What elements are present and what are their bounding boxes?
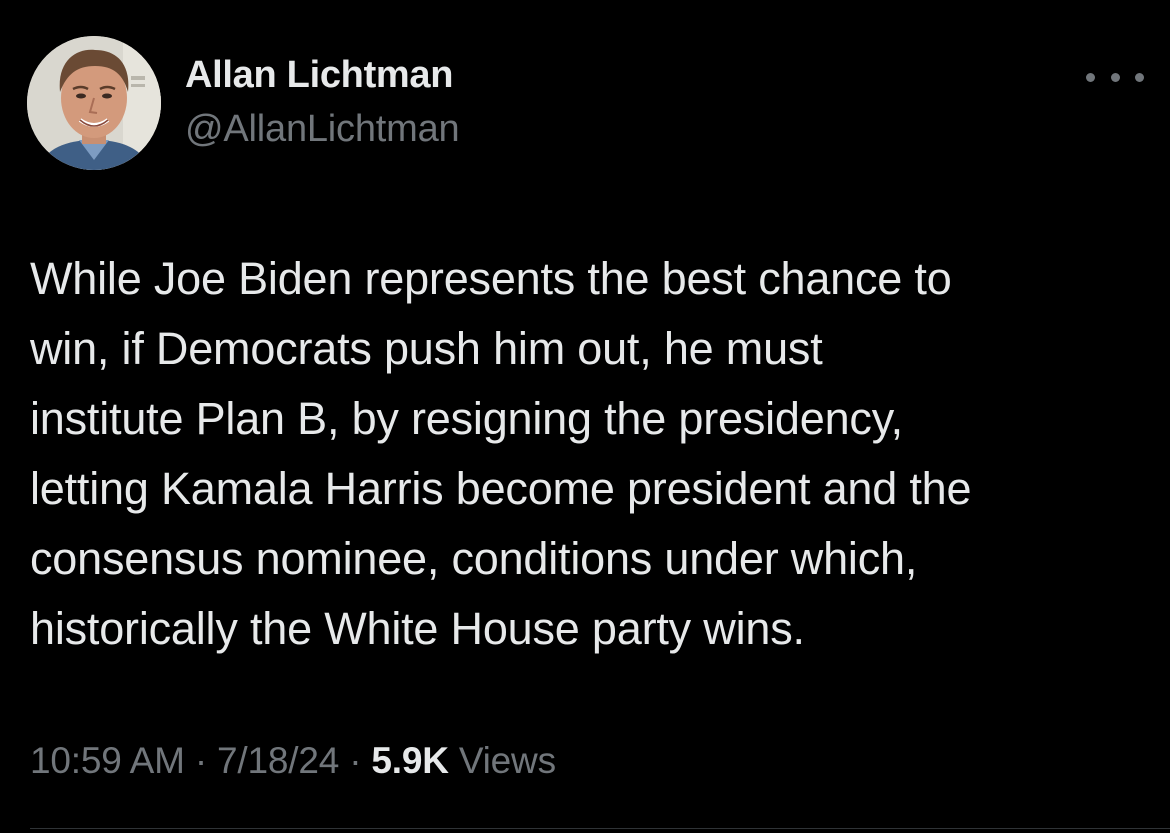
- more-options-button[interactable]: [1086, 60, 1144, 94]
- tweet-text: While Joe Biden represents the best chan…: [30, 244, 1140, 664]
- divider: [30, 828, 1170, 829]
- author-display-name[interactable]: Allan Lichtman: [185, 54, 453, 97]
- tweet-text-line: institute Plan B, by resigning the presi…: [30, 393, 903, 444]
- tweet: Allan Lichtman @AllanLichtman While Joe …: [0, 0, 1170, 833]
- more-horizontal-icon: [1110, 72, 1120, 82]
- more-horizontal-icon: [1135, 72, 1144, 82]
- tweet-date[interactable]: 7/18/24: [217, 740, 339, 781]
- more-horizontal-icon: [1086, 72, 1095, 82]
- tweet-time[interactable]: 10:59 AM: [30, 740, 185, 781]
- tweet-text-line: letting Kamala Harris become president a…: [30, 463, 972, 514]
- author-handle[interactable]: @AllanLichtman: [185, 108, 460, 151]
- tweet-meta: 10:59 AM · 7/18/24 · 5.9K Views: [30, 740, 556, 782]
- views-label[interactable]: Views: [459, 740, 556, 781]
- meta-separator: ·: [194, 740, 218, 781]
- avatar[interactable]: [27, 36, 161, 170]
- tweet-text-line: historically the White House party wins.: [30, 603, 805, 654]
- views-count[interactable]: 5.9K: [371, 740, 449, 781]
- tweet-text-line: win, if Democrats push him out, he must: [30, 323, 823, 374]
- tweet-text-line: While Joe Biden represents the best chan…: [30, 253, 952, 304]
- meta-separator: ·: [349, 740, 372, 781]
- tweet-text-line: consensus nominee, conditions under whic…: [30, 533, 918, 584]
- avatar-image: [27, 36, 161, 170]
